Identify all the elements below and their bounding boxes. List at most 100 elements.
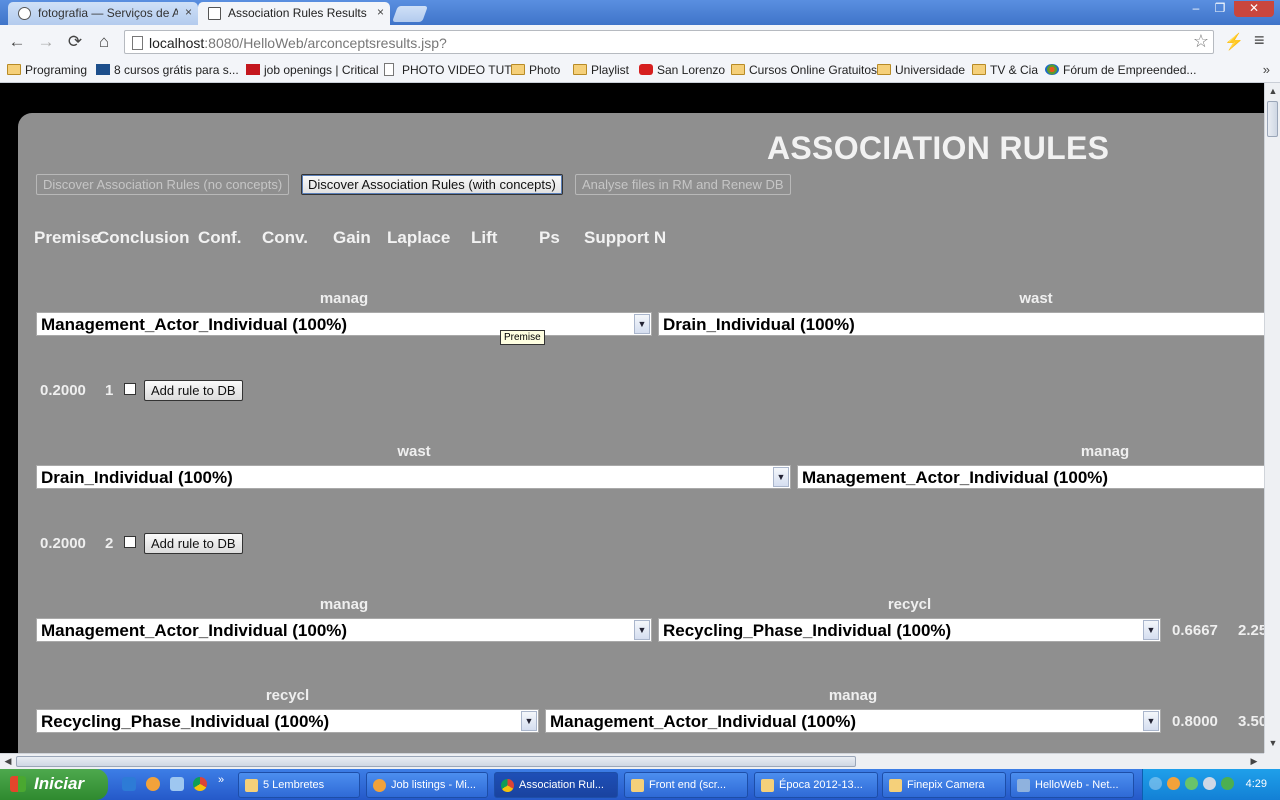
page-icon — [384, 63, 394, 76]
premise-select[interactable]: Recycling_Phase_Individual (100%) ▼ — [36, 709, 539, 733]
discover-no-concepts-button[interactable]: Discover Association Rules (no concepts) — [36, 174, 290, 195]
url-text[interactable]: localhost:8080/HelloWeb/arconceptsresult… — [149, 35, 447, 51]
conclusion-select[interactable]: Recycling_Phase_Individual (100%) ▼ — [658, 618, 1161, 642]
close-window-button[interactable]: ✕ — [1234, 1, 1274, 17]
tab-close-icon[interactable]: × — [377, 5, 384, 19]
taskbar-item-job-listings[interactable]: Job listings - Mi... — [366, 772, 488, 798]
taskbar-item-association-rules[interactable]: Association Rul... — [494, 772, 618, 798]
add-rule-button[interactable]: Add rule to DB — [144, 380, 243, 401]
new-tab-button[interactable] — [392, 6, 428, 22]
bookmarks-bar: Programing 8 cursos grátis para s... job… — [0, 60, 1280, 83]
folder-icon — [573, 64, 587, 75]
taskbar-item-epoca[interactable]: Época 2012-13... — [754, 772, 878, 798]
column-header-ps: Ps — [539, 228, 560, 247]
conclusion-select[interactable]: Management_Actor_Individual (100%) ▼ — [545, 709, 1161, 733]
bookmark-forum[interactable]: Fórum de Empreended... — [1045, 63, 1196, 77]
tab-association-rules[interactable]: Association Rules Results Pa × — [198, 2, 390, 25]
reload-button[interactable]: ⟳ — [63, 31, 87, 53]
bookmark-cursos-gratis[interactable]: 8 cursos grátis para s... — [96, 63, 239, 77]
chevron-down-icon[interactable]: ▼ — [634, 620, 650, 640]
quicklaunch-firefox-icon[interactable] — [146, 777, 160, 791]
scroll-down-icon[interactable]: ▼ — [1265, 738, 1280, 748]
scroll-right-icon[interactable]: ▶ — [1246, 756, 1262, 767]
bookmark-photo-video-tuts[interactable]: PHOTO VIDEO TUTS — [384, 63, 520, 77]
rule-support-value: 0.2000 — [40, 382, 86, 399]
rule-checkbox[interactable] — [124, 383, 136, 395]
scroll-left-icon[interactable]: ◀ — [0, 756, 16, 767]
rule-conf-value: 0.8000 — [1172, 713, 1218, 730]
bookmark-san-lorenzo[interactable]: San Lorenzo — [639, 63, 725, 77]
conclusion-select[interactable]: Drain_Individual (100%) — [658, 312, 1264, 336]
rule-conv-value: 2.25 — [1238, 622, 1264, 639]
horizontal-scroll-thumb[interactable] — [16, 756, 856, 767]
bookmark-programing[interactable]: Programing — [7, 63, 87, 77]
tab-fotografia[interactable]: fotografia — Serviços de Ac × — [8, 2, 198, 25]
bookmark-cursos-online[interactable]: Cursos Online Gratuitos — [731, 63, 877, 77]
site-favicon-icon — [18, 7, 31, 20]
back-button[interactable]: ← — [5, 31, 29, 53]
forward-button[interactable]: → — [34, 31, 58, 53]
page-icon — [132, 36, 143, 50]
site-icon — [246, 64, 260, 75]
column-header-support-n: Support N — [584, 228, 667, 247]
chevron-down-icon[interactable]: ▼ — [1143, 711, 1159, 731]
windows-logo-icon — [10, 776, 26, 792]
rule-checkbox[interactable] — [124, 536, 136, 548]
bookmarks-overflow-icon[interactable]: » — [1263, 62, 1270, 77]
analyse-files-button[interactable]: Analyse files in RM and Renew DB — [575, 174, 791, 195]
address-bar[interactable]: localhost:8080/HelloWeb/arconceptsresult… — [124, 30, 1214, 54]
chrome-icon — [501, 779, 514, 792]
taskbar-item-finepix[interactable]: Finepix Camera — [882, 772, 1006, 798]
tab-close-icon[interactable]: × — [185, 5, 192, 19]
restore-button[interactable]: ❐ — [1209, 1, 1231, 17]
quicklaunch-app-icon[interactable] — [170, 777, 184, 791]
taskbar-item-front-end[interactable]: Front end (scr... — [624, 772, 748, 798]
rule-premise-category: manag — [319, 290, 369, 307]
home-button[interactable]: ⌂ — [92, 31, 116, 53]
tray-network-icon[interactable] — [1185, 777, 1198, 790]
system-tray: 4:29 — [1142, 769, 1280, 800]
minimize-button[interactable]: – — [1185, 1, 1207, 17]
discover-with-concepts-button[interactable]: Discover Association Rules (with concept… — [301, 174, 563, 195]
bookmark-star-icon[interactable]: ☆ — [1193, 31, 1209, 52]
premise-select[interactable]: Management_Actor_Individual (100%) ▼ — [36, 312, 652, 336]
vertical-scroll-thumb[interactable] — [1267, 101, 1278, 137]
tray-volume-icon[interactable] — [1203, 777, 1216, 790]
premise-tooltip: Premise — [500, 330, 545, 345]
bookmark-playlist[interactable]: Playlist — [573, 63, 629, 77]
premise-select[interactable]: Management_Actor_Individual (100%) ▼ — [36, 618, 652, 642]
menu-icon[interactable]: ≡ — [1254, 30, 1265, 51]
browser-toolbar: ← → ⟳ ⌂ localhost:8080/HelloWeb/arconcep… — [0, 25, 1280, 60]
conclusion-select[interactable]: Management_Actor_Individual (100%) — [797, 465, 1264, 489]
tray-expand-icon[interactable] — [1149, 777, 1162, 790]
tray-firefox-icon[interactable] — [1167, 777, 1180, 790]
chevron-down-icon[interactable]: ▼ — [1143, 620, 1159, 640]
quicklaunch-chrome-icon[interactable] — [193, 777, 207, 791]
chevron-down-icon[interactable]: ▼ — [521, 711, 537, 731]
start-button[interactable]: Iniciar — [0, 769, 108, 800]
bookmark-universidade[interactable]: Universidade — [877, 63, 965, 77]
rule-number: 1 — [105, 382, 114, 399]
vertical-scrollbar[interactable]: ▲ ▼ — [1264, 83, 1280, 753]
taskbar-item-lembretes[interactable]: 5 Lembretes — [238, 772, 360, 798]
premise-select[interactable]: Drain_Individual (100%) ▼ — [36, 465, 791, 489]
note-icon — [245, 779, 258, 792]
extension-bolt-icon[interactable]: ⚡ — [1224, 32, 1244, 52]
rule-support-value: 0.2000 — [40, 535, 86, 552]
chevron-down-icon[interactable]: ▼ — [773, 467, 789, 487]
folder-icon — [972, 64, 986, 75]
scrollbar-corner — [1264, 753, 1280, 769]
horizontal-scrollbar[interactable]: ◀ ▶ — [0, 753, 1264, 769]
chevron-down-icon[interactable]: ▼ — [634, 314, 650, 334]
quicklaunch-ie-icon[interactable] — [122, 777, 136, 791]
tray-app-icon[interactable] — [1221, 777, 1234, 790]
add-rule-button[interactable]: Add rule to DB — [144, 533, 243, 554]
scroll-up-icon[interactable]: ▲ — [1265, 86, 1280, 96]
taskbar-item-helloweb[interactable]: HelloWeb - Net... — [1010, 772, 1134, 798]
quicklaunch-more-icon[interactable]: » — [218, 774, 232, 788]
bookmark-photo[interactable]: Photo — [511, 63, 560, 77]
column-header-gain: Gain — [333, 228, 371, 247]
rule-premise-category: recycl — [265, 687, 310, 704]
bookmark-tv-cia[interactable]: TV & Cia — [972, 63, 1038, 77]
bookmark-job-openings[interactable]: job openings | Critical — [246, 63, 379, 77]
